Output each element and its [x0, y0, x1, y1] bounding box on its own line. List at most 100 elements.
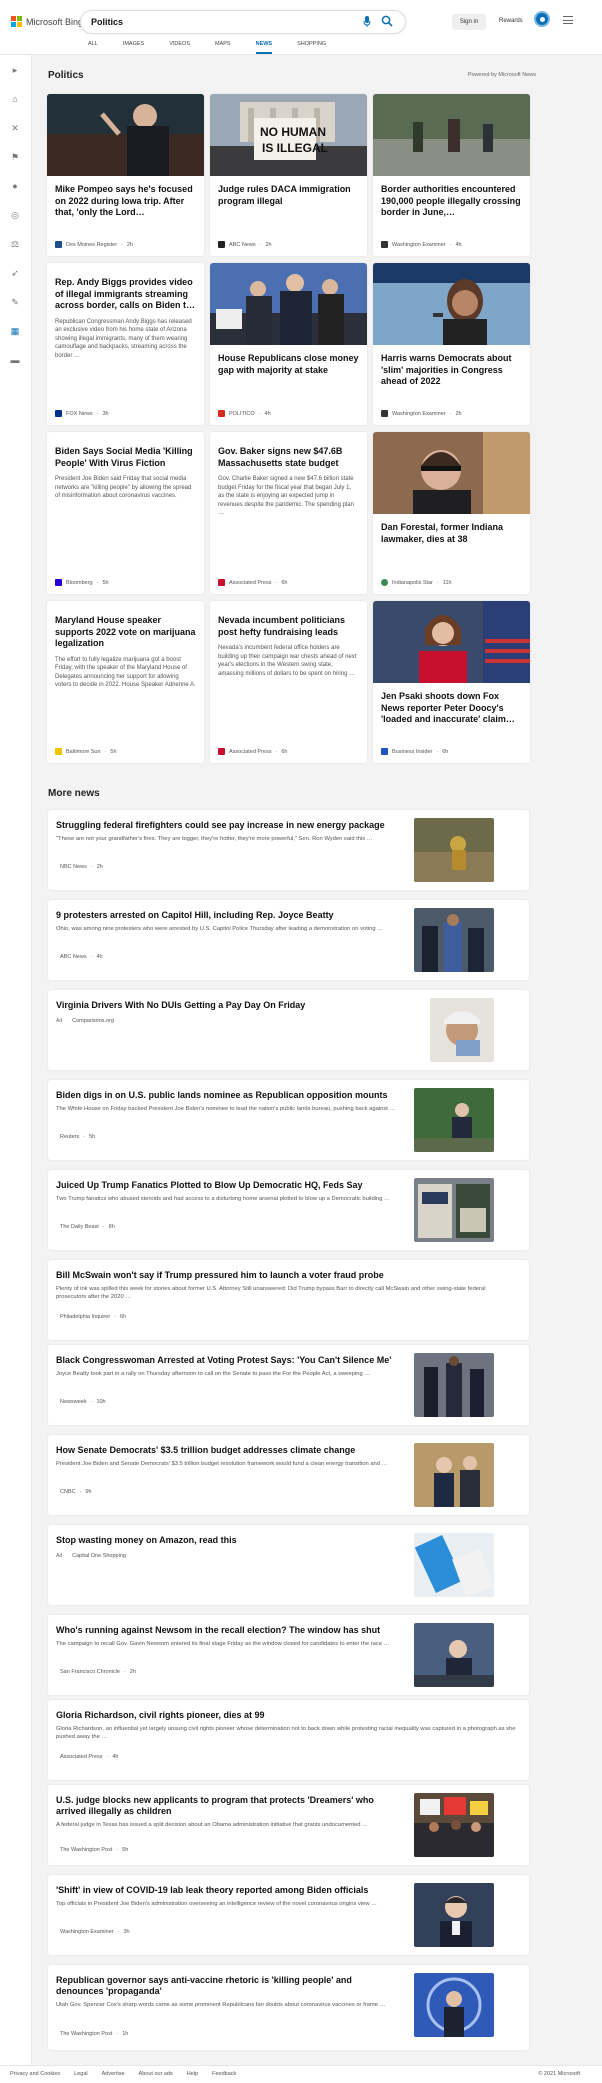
card-headline[interactable]: Mike Pompeo says he's focused on 2022 du…: [47, 184, 204, 219]
row-headline[interactable]: How Senate Democrats' $3.5 trillion budg…: [56, 1445, 396, 1456]
news-card[interactable]: Mike Pompeo says he's focused on 2022 du…: [47, 94, 204, 256]
category-rail: ▸ ⌂ ✕ ⚑ ● ◎ ⚖ ➶ ✎ ▦ ▬: [0, 55, 32, 2083]
wallet-icon[interactable]: ▬: [10, 355, 20, 365]
row-source: ABC News · 4h: [60, 954, 103, 960]
search-icon[interactable]: [381, 15, 395, 29]
location-icon[interactable]: ●: [10, 181, 20, 191]
row-headline[interactable]: U.S. judge blocks new applicants to prog…: [56, 1795, 396, 1817]
card-headline[interactable]: Harris warns Democrats about 'slim' majo…: [373, 353, 530, 388]
card-summary: Gov. Charlie Baker signed a new $47.6 bi…: [218, 476, 354, 516]
news-row[interactable]: 'Shift' in view of COVID-19 lab leak the…: [48, 1875, 529, 1955]
tab-maps[interactable]: MAPS: [215, 41, 231, 55]
news-row[interactable]: Bill McSwain won't say if Trump pressure…: [48, 1260, 529, 1340]
scales-icon[interactable]: ⚖: [10, 239, 20, 249]
row-headline[interactable]: Bill McSwain won't say if Trump pressure…: [56, 1270, 516, 1281]
row-source: Newsweek · 10h: [60, 1399, 106, 1405]
ad-badge: Ad: [56, 1018, 63, 1024]
news-card[interactable]: House Republicans close money gap with m…: [210, 263, 367, 425]
row-headline[interactable]: Biden digs in on U.S. public lands nomin…: [56, 1090, 396, 1101]
source-logo-icon: [381, 410, 388, 417]
row-headline[interactable]: Republican governor says anti-vaccine rh…: [56, 1975, 396, 1997]
card-source: ABC News · 2h: [218, 241, 272, 248]
row-source: The Daily Beast · 8h: [60, 1224, 115, 1230]
row-source: Associated Press · 4h: [60, 1754, 119, 1760]
news-card[interactable]: Nevada incumbent politicians post hefty …: [210, 601, 367, 763]
news-row[interactable]: Black Congresswoman Arrested at Voting P…: [48, 1345, 529, 1425]
news-row[interactable]: Juiced Up Trump Fanatics Plotted to Blow…: [48, 1170, 529, 1250]
news-card[interactable]: NO HUMAN IS ILLEGAL Judge rules DACA immi…: [210, 94, 367, 256]
bing-logo[interactable]: Microsoft Bing: [11, 16, 83, 27]
news-row[interactable]: Struggling federal firefighters could se…: [48, 810, 529, 890]
footer-link-advertise[interactable]: Advertise: [102, 2071, 125, 2077]
search-input[interactable]: Politics: [80, 10, 406, 34]
tab-videos[interactable]: VIDEOS: [169, 41, 190, 55]
news-card[interactable]: Gov. Baker signs new $47.6B Massachusett…: [210, 432, 367, 594]
row-headline[interactable]: 'Shift' in view of COVID-19 lab leak the…: [56, 1885, 396, 1896]
hamburger-menu-icon[interactable]: [563, 16, 573, 24]
footer-link-privacy[interactable]: Privacy and Cookies: [10, 2071, 60, 2077]
row-headline[interactable]: Gloria Richardson, civil rights pioneer,…: [56, 1710, 516, 1721]
row-headline[interactable]: Virginia Drivers With No DUIs Getting a …: [56, 1000, 396, 1011]
card-headline[interactable]: Dan Forestal, former Indiana lawmaker, d…: [373, 522, 530, 545]
row-headline[interactable]: Black Congresswoman Arrested at Voting P…: [56, 1355, 396, 1366]
card-headline[interactable]: Border authorities encountered 190,000 p…: [373, 184, 530, 219]
ad-row[interactable]: Stop wasting money on Amazon, read this …: [48, 1525, 529, 1605]
news-card[interactable]: Maryland House speaker supports 2022 vot…: [47, 601, 204, 763]
microphone-icon[interactable]: [363, 16, 375, 29]
news-card[interactable]: Rep. Andy Biggs provides video of illega…: [47, 263, 204, 425]
flag-icon[interactable]: ⚑: [10, 152, 20, 162]
news-row[interactable]: Biden digs in on U.S. public lands nomin…: [48, 1080, 529, 1160]
row-headline[interactable]: Juiced Up Trump Fanatics Plotted to Blow…: [56, 1180, 396, 1191]
chevron-right-icon[interactable]: ▸: [10, 65, 20, 75]
search-query[interactable]: Politics: [91, 17, 123, 27]
row-headline[interactable]: Who's running against Newsom in the reca…: [56, 1625, 396, 1636]
movie-icon[interactable]: ✎: [10, 297, 20, 307]
sign-in-button[interactable]: Sign in: [452, 14, 486, 30]
card-headline[interactable]: Jen Psaki shoots down Fox News reporter …: [373, 691, 530, 726]
footer-link-help[interactable]: Help: [187, 2071, 198, 2077]
tab-images[interactable]: IMAGES: [123, 41, 144, 55]
news-row[interactable]: Who's running against Newsom in the reca…: [48, 1615, 529, 1695]
footer-link-feedback[interactable]: Feedback: [212, 2071, 236, 2077]
tools-icon[interactable]: ✕: [10, 123, 20, 133]
globe-icon[interactable]: ◎: [10, 210, 20, 220]
card-headline[interactable]: House Republicans close money gap with m…: [210, 353, 367, 376]
row-headline[interactable]: Struggling federal firefighters could se…: [56, 820, 396, 831]
bank-icon[interactable]: ▦: [10, 326, 20, 336]
source-logo-icon: [55, 241, 62, 248]
section-title: Politics: [48, 70, 84, 81]
tab-shopping[interactable]: SHOPPING: [297, 41, 326, 55]
news-row[interactable]: 9 protesters arrested on Capitol Hill, i…: [48, 900, 529, 980]
card-headline[interactable]: Gov. Baker signs new $47.6B Massachusett…: [210, 446, 367, 469]
rocket-icon[interactable]: ➶: [10, 268, 20, 278]
footer-link-about-ads[interactable]: About our ads: [139, 2071, 173, 2077]
card-headline[interactable]: Nevada incumbent politicians post hefty …: [210, 615, 367, 638]
news-card[interactable]: Jen Psaki shoots down Fox News reporter …: [373, 601, 530, 763]
news-thumbnail: [414, 1353, 494, 1417]
news-card[interactable]: Harris warns Democrats about 'slim' majo…: [373, 263, 530, 425]
news-row[interactable]: Republican governor says anti-vaccine rh…: [48, 1965, 529, 2050]
ad-row[interactable]: Virginia Drivers With No DUIs Getting a …: [48, 990, 529, 1070]
news-card[interactable]: Border authorities encountered 190,000 p…: [373, 94, 530, 256]
home-icon[interactable]: ⌂: [10, 94, 20, 104]
tab-all[interactable]: ALL: [88, 41, 98, 55]
rewards-label[interactable]: Rewards: [499, 18, 523, 24]
card-headline[interactable]: Judge rules DACA immigration program ill…: [210, 184, 367, 207]
rewards-icon[interactable]: [534, 11, 550, 27]
card-headline[interactable]: Biden Says Social Media 'Killing People'…: [47, 446, 204, 469]
tab-news[interactable]: NEWS: [255, 41, 272, 55]
card-headline[interactable]: Maryland House speaker supports 2022 vot…: [47, 615, 204, 650]
news-row[interactable]: Gloria Richardson, civil rights pioneer,…: [48, 1700, 529, 1780]
footer: Privacy and Cookies Legal Advertise Abou…: [0, 2065, 602, 2083]
news-row[interactable]: U.S. judge blocks new applicants to prog…: [48, 1785, 529, 1865]
svg-text:NO HUMAN: NO HUMAN: [260, 125, 326, 139]
footer-links: Privacy and Cookies Legal Advertise Abou…: [10, 2071, 250, 2077]
row-headline[interactable]: Stop wasting money on Amazon, read this: [56, 1535, 396, 1546]
row-headline[interactable]: 9 protesters arrested on Capitol Hill, i…: [56, 910, 396, 921]
news-card[interactable]: Dan Forestal, former Indiana lawmaker, d…: [373, 432, 530, 594]
card-headline[interactable]: Rep. Andy Biggs provides video of illega…: [47, 277, 204, 312]
footer-link-legal[interactable]: Legal: [74, 2071, 87, 2077]
news-card[interactable]: Biden Says Social Media 'Killing People'…: [47, 432, 204, 594]
card-source: Washington Examiner · 2h: [381, 410, 462, 417]
news-row[interactable]: How Senate Democrats' $3.5 trillion budg…: [48, 1435, 529, 1515]
